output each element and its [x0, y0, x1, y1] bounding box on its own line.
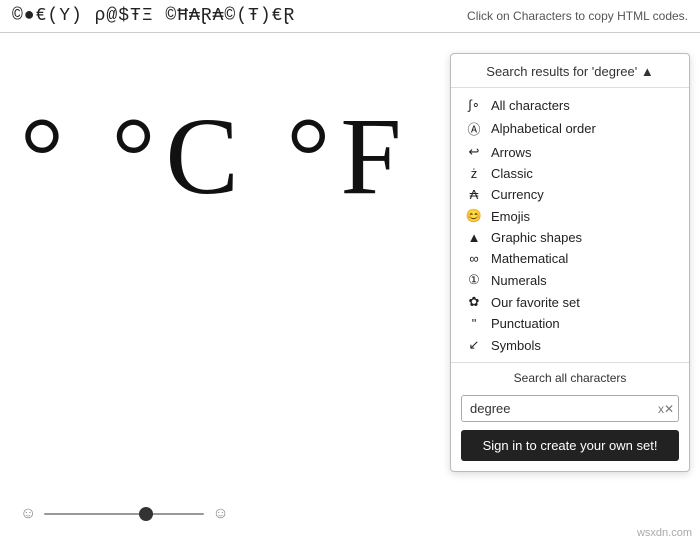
category-label: Graphic shapes — [491, 230, 582, 245]
search-all-label: Search all characters — [451, 362, 689, 389]
category-icon: ż — [465, 166, 483, 181]
category-label: Punctuation — [491, 316, 560, 331]
header: ©●€(Y) ρ@$ŦΞ ©Ħ₳Ɽ₳©(Ŧ)€Ɽ Click on Charac… — [0, 0, 700, 33]
list-item[interactable]: ₳ Currency — [451, 184, 689, 205]
category-icon: ₳ — [465, 187, 483, 202]
category-icon: " — [465, 316, 483, 331]
slider-thumb[interactable] — [139, 507, 153, 521]
list-item[interactable]: ż Classic — [451, 163, 689, 184]
category-label: Alphabetical order — [491, 121, 596, 136]
search-clear-button[interactable]: x✕ — [654, 402, 678, 416]
list-item[interactable]: " Punctuation — [451, 313, 689, 334]
list-item[interactable]: ① Numerals — [451, 269, 689, 291]
watermark: wsxdn.com — [637, 527, 692, 539]
category-icon: ▲ — [465, 230, 483, 245]
list-item[interactable]: Ⓐ Alphabetical order — [451, 116, 689, 141]
slider-left-icon: ☺ — [20, 505, 36, 523]
category-label: Arrows — [491, 145, 531, 160]
list-item[interactable]: ∞ Mathematical — [451, 248, 689, 269]
category-label: Currency — [491, 187, 544, 202]
list-item[interactable]: ▲ Graphic shapes — [451, 227, 689, 248]
category-label: Our favorite set — [491, 295, 580, 310]
list-item[interactable]: ↩ Arrows — [451, 141, 689, 163]
category-icon: ✿ — [465, 294, 483, 310]
header-hint: Click on Characters to copy HTML codes. — [467, 9, 688, 23]
slider-right-icon: ☺ — [212, 505, 228, 523]
signin-button[interactable]: Sign in to create your own set! — [461, 430, 679, 461]
search-box: x✕ 🔍 — [461, 395, 679, 422]
category-icon: ↙ — [465, 337, 483, 353]
category-label: Mathematical — [491, 251, 568, 266]
search-go-button[interactable]: 🔍 — [678, 396, 679, 421]
category-icon: Ⓐ — [465, 119, 483, 138]
category-icon: ∫∘ — [465, 97, 483, 113]
category-label: Symbols — [491, 338, 541, 353]
category-label: Emojis — [491, 209, 530, 224]
slider-track[interactable] — [44, 513, 204, 515]
dropdown-header[interactable]: Search results for 'degree' ▲ — [451, 54, 689, 88]
category-icon: ∞ — [465, 251, 483, 266]
dropdown-panel: Search results for 'degree' ▲ ∫∘ All char… — [450, 53, 690, 472]
list-item[interactable]: ✿ Our favorite set — [451, 291, 689, 313]
list-item[interactable]: 😊 Emojis — [451, 205, 689, 227]
category-icon: ↩ — [465, 144, 483, 160]
slider-area: ☺ ☺ — [20, 505, 229, 523]
category-icon: ① — [465, 272, 483, 288]
dropdown-list: ∫∘ All characters Ⓐ Alphabetical order ↩ Arro… — [451, 88, 689, 362]
category-label: Classic — [491, 166, 533, 181]
list-item[interactable]: ↙ Symbols — [451, 334, 689, 356]
search-input[interactable] — [462, 396, 654, 421]
list-item[interactable]: ∫∘ All characters — [451, 94, 689, 116]
main-area: ° °C °F ☺ ☺ Search results for 'degree' … — [0, 33, 700, 543]
category-label: All characters — [491, 98, 570, 113]
category-icon: 😊 — [465, 208, 483, 224]
degree-display: ° °C °F — [20, 93, 412, 220]
site-logo[interactable]: ©●€(Y) ρ@$ŦΞ ©Ħ₳Ɽ₳©(Ŧ)€Ɽ — [12, 6, 295, 26]
category-label: Numerals — [491, 273, 547, 288]
